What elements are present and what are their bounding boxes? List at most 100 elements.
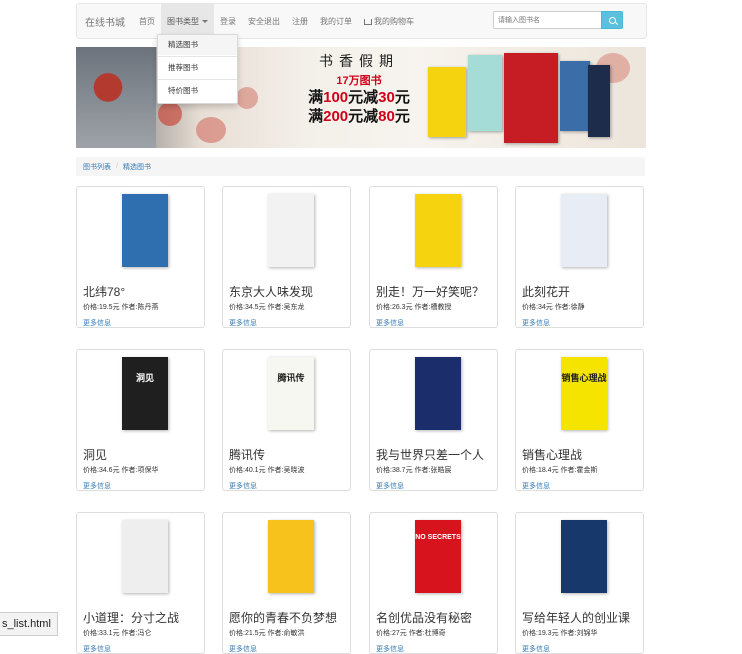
book-title[interactable]: 小道理：分寸之战: [83, 609, 179, 626]
book-card[interactable]: 销售心理战 销售心理战 价格:18.4元 作者:霍金斯 更多信息: [515, 349, 644, 491]
book-title[interactable]: 名创优品没有秘密: [376, 609, 472, 626]
book-cover-image[interactable]: 腾讯传: [268, 357, 314, 430]
book-cover-image[interactable]: [268, 194, 314, 267]
caret-down-icon: [202, 19, 208, 23]
more-info-link[interactable]: 更多信息: [522, 481, 550, 491]
more-info-link[interactable]: 更多信息: [229, 318, 257, 328]
nav-book-type-dropdown[interactable]: 图书类型: [161, 4, 214, 38]
brand-link[interactable]: 在线书城: [77, 14, 133, 29]
book-title[interactable]: 愿你的青春不负梦想: [229, 609, 337, 626]
cart-icon: [364, 19, 372, 25]
nav-logout[interactable]: 安全退出: [242, 4, 286, 38]
breadcrumb-current[interactable]: 精选图书: [123, 162, 151, 172]
more-info-link[interactable]: 更多信息: [229, 481, 257, 491]
menu-divider: [158, 79, 237, 80]
menu-divider: [158, 56, 237, 57]
book-card[interactable]: 此刻花开价格:34元 作者:徐静 更多信息: [515, 186, 644, 328]
book-title[interactable]: 别走！万一好笑呢？: [376, 283, 484, 300]
book-author: 作者:吴晓波: [267, 467, 305, 474]
banner-decor-tree: [76, 47, 156, 148]
book-cover-title: 洞见: [135, 373, 154, 383]
book-cover-image[interactable]: 洞见: [122, 357, 168, 430]
nav-login[interactable]: 登录: [214, 4, 242, 38]
book-card[interactable]: 愿你的青春不负梦想价格:21.5元 作者:俞敏洪 更多信息: [222, 512, 351, 654]
search-button[interactable]: [601, 11, 623, 29]
banner-flower: [158, 102, 182, 126]
book-title[interactable]: 腾讯传: [229, 446, 265, 463]
menu-item-featured[interactable]: 精选图书: [158, 35, 237, 55]
book-cover-image[interactable]: [268, 520, 314, 593]
book-card[interactable]: 北纬78° 价格:19.5元 作者:陈丹燕 更多信息: [76, 186, 205, 328]
nav-my-cart-label: 我的购物车: [374, 16, 414, 26]
more-info-link[interactable]: 更多信息: [83, 644, 111, 654]
more-info-link[interactable]: 更多信息: [522, 318, 550, 328]
book-cover-image[interactable]: 销售心理战: [561, 357, 607, 430]
banner-line1: 书香假期: [319, 54, 399, 70]
book-cover-image[interactable]: NO SECRETS: [415, 520, 461, 593]
menu-item-recommended[interactable]: 推荐图书: [158, 58, 237, 78]
book-meta: 价格:26.3元 作者:槽教授: [376, 302, 451, 312]
book-price: 价格:34元: [522, 304, 553, 311]
nav-home[interactable]: 首页: [133, 4, 161, 38]
banner-line3: 满100元减30元: [308, 89, 410, 106]
book-cover-image[interactable]: [122, 194, 168, 267]
nav-register[interactable]: 注册: [286, 4, 314, 38]
more-info-link[interactable]: 更多信息: [376, 644, 404, 654]
nav-book-type-label: 图书类型: [167, 16, 199, 26]
book-meta: 价格:34元 作者:徐静: [522, 302, 585, 312]
book-author: 作者:陈丹燕: [121, 304, 159, 311]
book-cover-image[interactable]: [561, 520, 607, 593]
book-author: 作者:霍金斯: [560, 467, 598, 474]
banner-book-cover: [468, 55, 502, 131]
banner-line4: 满200元减80元: [308, 108, 410, 125]
book-card[interactable]: 东京大人味发现 价格:34.5元 作者:吴东龙 更多信息: [222, 186, 351, 328]
book-card[interactable]: 别走！万一好笑呢？ 价格:26.3元 作者:槽教授 更多信息: [369, 186, 498, 328]
book-price: 价格:34.6元: [83, 467, 120, 474]
banner-book-cover: [504, 53, 558, 143]
book-card[interactable]: 我与世界只差一个人 价格:38.7元 作者:张皓宸 更多信息: [369, 349, 498, 491]
nav-my-cart[interactable]: 我的购物车: [358, 4, 420, 38]
book-author: 作者:张皓宸: [414, 467, 452, 474]
banner-book-cover: [588, 65, 610, 137]
book-card[interactable]: 腾讯传 腾讯传 价格:40.1元 作者:吴晓波 更多信息: [222, 349, 351, 491]
book-cover-image[interactable]: [561, 194, 607, 267]
search-input[interactable]: [493, 11, 601, 29]
more-info-link[interactable]: 更多信息: [83, 481, 111, 491]
book-title[interactable]: 销售心理战: [522, 446, 582, 463]
book-meta: 价格:19.3元 作者:刘锦华: [522, 628, 597, 638]
menu-item-special[interactable]: 特价图书: [158, 81, 237, 101]
book-meta: 价格:34.6元 作者:项保华: [83, 465, 158, 475]
nav-my-orders[interactable]: 我的订单: [314, 4, 358, 38]
more-info-link[interactable]: 更多信息: [83, 318, 111, 328]
book-title[interactable]: 此刻花开: [522, 283, 570, 300]
search-form: [493, 11, 623, 29]
book-card[interactable]: 小道理：分寸之战 价格:33.1元 作者:冯仑 更多信息: [76, 512, 205, 654]
book-cover-image[interactable]: [415, 194, 461, 267]
book-meta: 价格:27元 作者:杜博奇: [376, 628, 446, 638]
book-title[interactable]: 洞见: [83, 446, 107, 463]
breadcrumb-separator: /: [116, 163, 118, 170]
book-author: 作者:项保华: [121, 467, 159, 474]
breadcrumb: 图书列表 / 精选图书: [76, 157, 645, 176]
book-meta: 价格:19.5元 作者:陈丹燕: [83, 302, 158, 312]
book-price: 价格:18.4元: [522, 467, 559, 474]
book-title[interactable]: 写给年轻人的创业课: [522, 609, 630, 626]
more-info-link[interactable]: 更多信息: [229, 644, 257, 654]
book-title[interactable]: 北纬78°: [83, 283, 125, 300]
banner-flower: [236, 87, 258, 109]
more-info-link[interactable]: 更多信息: [376, 318, 404, 328]
book-author: 作者:槽教授: [414, 304, 452, 311]
book-meta: 价格:21.5元 作者:俞敏洪: [229, 628, 304, 638]
more-info-link[interactable]: 更多信息: [522, 644, 550, 654]
breadcrumb-book-list[interactable]: 图书列表: [83, 162, 111, 172]
book-cover-title: 销售心理战: [561, 373, 607, 383]
book-card[interactable]: 写给年轻人的创业课价格:19.3元 作者:刘锦华 更多信息: [515, 512, 644, 654]
book-cover-image[interactable]: [415, 357, 461, 430]
book-cover-image[interactable]: [122, 520, 168, 593]
more-info-link[interactable]: 更多信息: [376, 481, 404, 491]
nav-items: 在线书城 首页 图书类型 登录 安全退出 注册 我的订单 我的购物车: [77, 4, 420, 38]
book-title[interactable]: 东京大人味发现: [229, 283, 313, 300]
book-card[interactable]: NO SECRETS 名创优品没有秘密价格:27元 作者:杜博奇 更多信息: [369, 512, 498, 654]
book-title[interactable]: 我与世界只差一个人: [376, 446, 484, 463]
book-card[interactable]: 洞见 洞见 价格:34.6元 作者:项保华 更多信息: [76, 349, 205, 491]
